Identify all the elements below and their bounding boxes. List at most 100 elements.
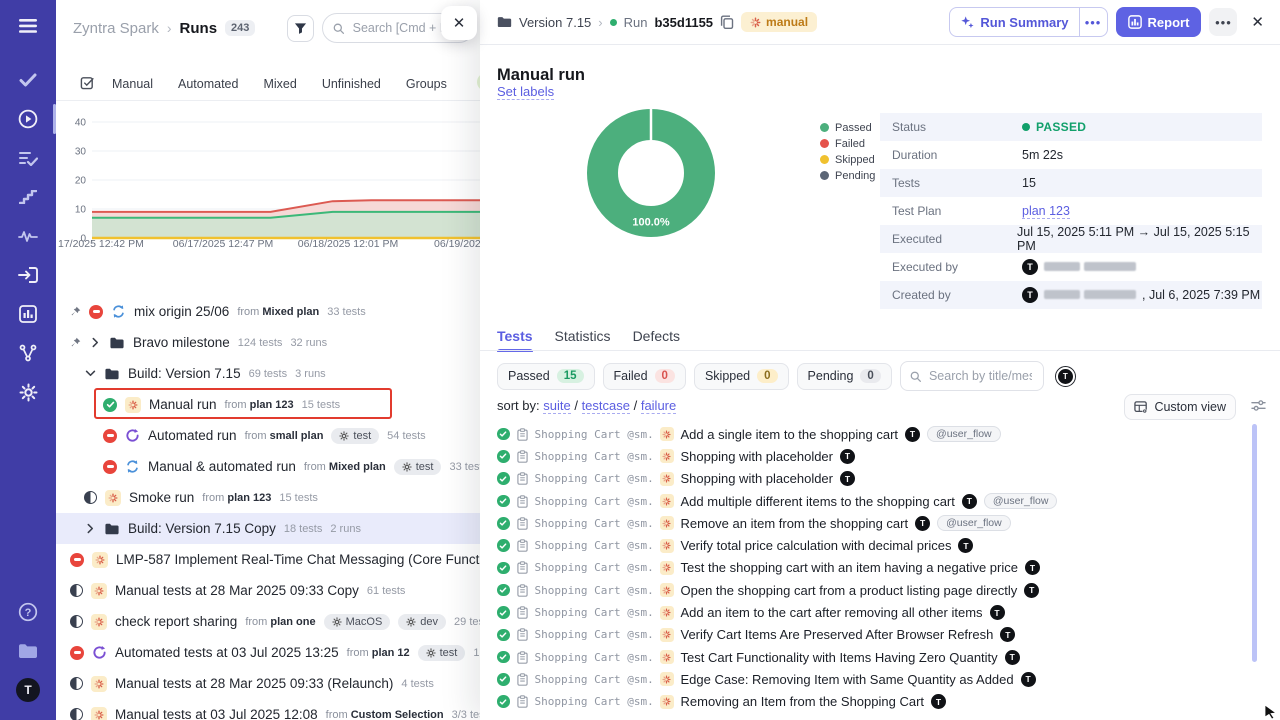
menu-icon[interactable] [16,14,40,38]
sort-testcase-link[interactable]: testcase [582,398,630,414]
run-row[interactable]: Automated runfrom small plantest54 tests [56,420,480,451]
run-row[interactable]: Manual & automated runfrom Mixed plantes… [56,451,480,482]
runs-play-icon[interactable] [16,107,40,131]
view-settings-icon[interactable] [1251,399,1266,417]
test-result-row[interactable]: Shopping Cart @sm...Shopping with placeh… [497,445,1256,467]
bulk-select-icon[interactable] [80,75,95,93]
runs-tab-unfinished[interactable]: Unfinished [322,77,381,91]
run-row[interactable]: mix origin 25/06from Mixed plan33 tests [56,296,480,327]
filter-chip-pending[interactable]: Pending0 [797,363,892,390]
test-cases-icon[interactable] [16,146,40,170]
milestones-steps-icon[interactable] [16,185,40,209]
runs-tab-manual[interactable]: Manual [112,77,153,91]
tests-search[interactable] [900,361,1044,391]
filter-chip-failed[interactable]: Failed0 [603,363,686,390]
activity-pulse-icon[interactable] [16,224,40,248]
test-result-row[interactable]: Shopping Cart @sm...Add multiple differe… [497,490,1256,512]
run-row[interactable]: Bravo milestone124 tests32 runs [56,327,480,358]
run-row-title: Automated run [148,428,237,443]
suite-name: Shopping Cart @sm... [535,673,653,686]
testcase-clipboard-icon [517,606,528,619]
passed-icon [497,517,510,530]
more-actions-button[interactable]: ••• [1209,8,1237,36]
manual-run-icon [91,676,107,692]
run-row[interactable]: Manual runfrom plan 12315 tests [56,389,480,420]
test-result-row[interactable]: Shopping Cart @sm...Test Cart Functional… [497,646,1256,668]
tests-scrollbar[interactable] [1252,424,1257,662]
test-result-row[interactable]: Shopping Cart @sm...Edge Case: Removing … [497,668,1256,690]
help-icon[interactable]: ? [16,600,40,624]
custom-view-button[interactable]: Custom view [1124,394,1236,420]
set-labels-link[interactable]: Set labels [497,84,554,100]
run-row[interactable]: check report sharingfrom plan oneMacOSde… [56,606,480,637]
integrations-branch-icon[interactable] [16,341,40,365]
test-result-row[interactable]: Shopping Cart @sm...Removing an Item fro… [497,691,1256,713]
projects-folder-icon[interactable] [16,639,40,663]
panel-close-button[interactable]: ✕ [441,6,477,40]
avatar: T [1000,627,1015,642]
run-row[interactable]: Manual tests at 28 Mar 2025 09:33 (Relau… [56,668,480,699]
runs-tab-mixed[interactable]: Mixed [263,77,296,91]
pin-icon[interactable] [70,337,81,348]
run-summary-button[interactable]: Run Summary ••• [949,7,1107,37]
tab-defects[interactable]: Defects [633,328,680,352]
run-summary-more-button[interactable]: ••• [1079,8,1107,36]
reports-icon[interactable] [16,302,40,326]
test-result-row[interactable]: Shopping Cart @sm...Shopping with placeh… [497,468,1256,490]
tag-pill-user-flow: @user_flow [937,515,1011,531]
project-name[interactable]: Zyntra Spark [73,20,159,37]
runs-tab-automated[interactable]: Automated [178,77,238,91]
pin-icon[interactable] [70,306,81,317]
assignee-filter-avatar[interactable]: T [1055,366,1076,387]
run-row[interactable]: LMP-587 Implement Real-Time Chat Messagi… [56,544,480,575]
avatar: T [840,449,855,464]
sort-failure-link[interactable]: failure [641,398,676,414]
tab-statistics[interactable]: Statistics [555,328,611,352]
run-row[interactable]: Automated tests at 03 Jul 2025 13:25from… [56,637,480,668]
test-result-row[interactable]: Shopping Cart @sm...Open the shopping ca… [497,579,1256,601]
report-button[interactable]: Report [1116,7,1202,37]
chevron-right-icon[interactable] [89,337,101,348]
tag-pill-user-flow: @user_flow [927,426,1001,442]
x-axis-label: 06/19/2025 [434,238,480,250]
breadcrumb-folder[interactable]: Version 7.15 [519,15,591,30]
test-title: Remove an item from the shopping cart [681,516,909,531]
run-row[interactable]: Manual tests at 28 Mar 2025 09:33 Copy61… [56,575,480,606]
settings-gear-icon[interactable] [16,380,40,404]
test-result-row[interactable]: Shopping Cart @sm...Verify total price c… [497,534,1256,556]
automated-run-icon [92,645,107,660]
test-plan-link[interactable]: plan 123 [1022,204,1070,219]
run-row[interactable]: Smoke runfrom plan 12315 tests [56,482,480,513]
run-row-title: Build: Version 7.15 Copy [128,521,276,536]
chevron-right-icon[interactable] [84,523,96,534]
run-row[interactable]: Manual tests at 03 Jul 2025 12:08from Cu… [56,699,480,720]
test-result-row[interactable]: Shopping Cart @sm...Add an item to the c… [497,601,1256,623]
filter-chip-passed[interactable]: Passed15 [497,363,595,390]
breadcrumb-separator: › [167,20,172,36]
avatar: T [1025,560,1040,575]
run-row[interactable]: Build: Version 7.15 Copy18 tests2 runs [56,513,480,544]
sort-by-label: sort by: [497,398,540,413]
run-row[interactable]: Build: Version 7.1569 tests3 runs [56,358,480,389]
test-result-row[interactable]: Shopping Cart @sm...Remove an item from … [497,512,1256,534]
run-row-title: Manual & automated run [148,459,296,474]
filter-chip-skipped[interactable]: Skipped0 [694,363,789,390]
tasks-check-icon[interactable] [16,68,40,92]
shared-steps-icon[interactable] [16,263,40,287]
run-row-title: Smoke run [129,490,194,505]
tab-tests[interactable]: Tests [497,328,533,352]
chevron-down-icon[interactable] [84,370,96,377]
test-result-row[interactable]: Shopping Cart @sm...Add a single item to… [497,423,1256,445]
runs-tab-groups[interactable]: Groups [406,77,447,91]
tests-search-input[interactable] [927,368,1034,384]
filter-button[interactable] [287,15,314,42]
test-title: Open the shopping cart from a product li… [681,583,1018,598]
passed-icon [497,472,510,485]
close-detail-button[interactable]: ✕ [1251,13,1264,31]
test-result-row[interactable]: Shopping Cart @sm...Test the shopping ca… [497,557,1256,579]
user-avatar[interactable]: T [16,678,40,702]
copy-icon[interactable] [720,15,734,29]
test-result-row[interactable]: Shopping Cart @sm...Verify Cart Items Ar… [497,624,1256,646]
sort-suite-link[interactable]: suite [543,398,570,414]
folder-icon [104,522,120,536]
